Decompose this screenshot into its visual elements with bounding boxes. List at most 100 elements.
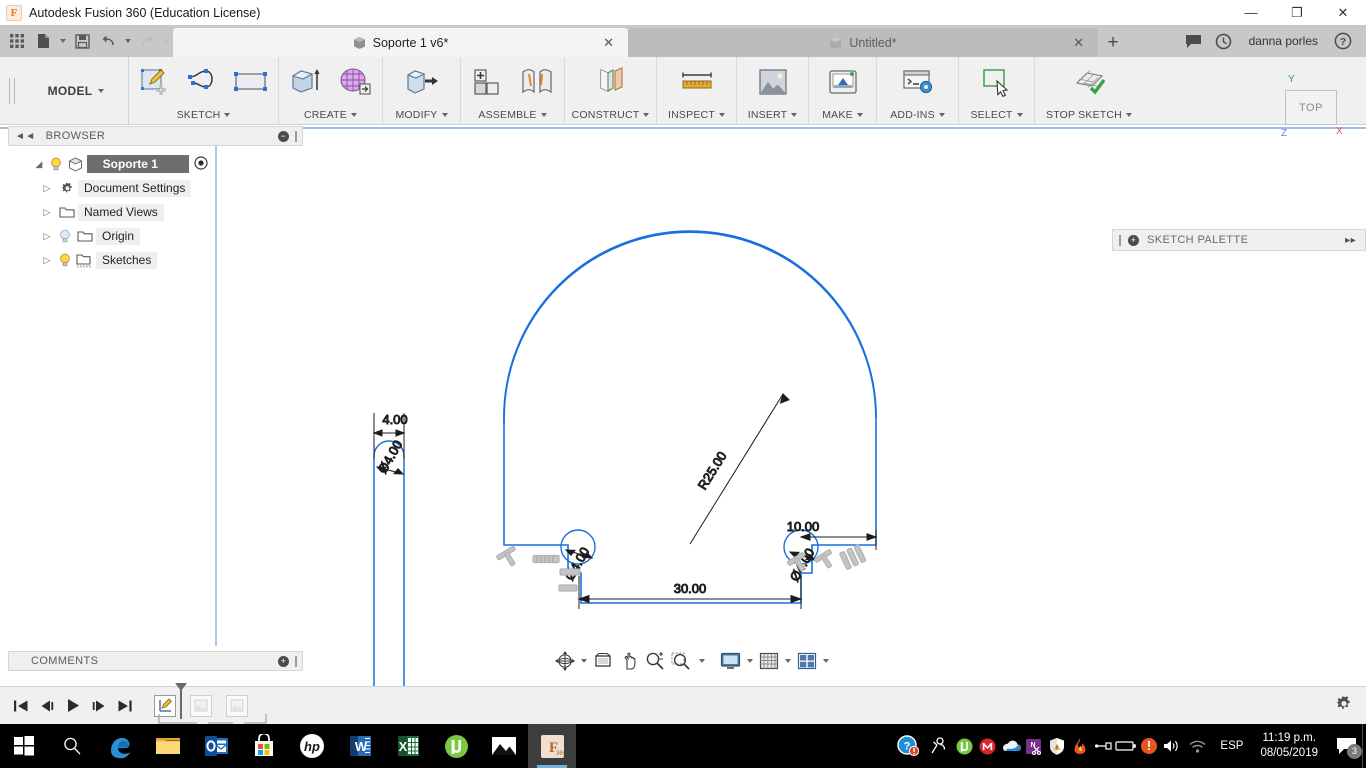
ribbon-panel-label-assemble[interactable]: ASSEMBLE <box>465 109 560 124</box>
tray-onedrive-icon[interactable] <box>999 724 1022 768</box>
play-button[interactable] <box>60 693 86 719</box>
search-button[interactable] <box>48 724 96 768</box>
tray-network-icon[interactable] <box>1183 724 1211 768</box>
sketch-palette-expand-icon[interactable]: ▸▸ <box>1345 235 1365 246</box>
expand-arrow-icon[interactable]: ▷ <box>38 207 56 218</box>
tray-alert-icon[interactable] <box>1137 724 1160 768</box>
create-form-button[interactable] <box>332 60 379 101</box>
tab-close-icon[interactable]: ✕ <box>1073 35 1084 51</box>
redo-dropdown-icon[interactable] <box>160 28 173 54</box>
expand-arrow-icon[interactable]: ▷ <box>38 255 56 266</box>
grid-snaps-button[interactable] <box>757 649 781 673</box>
new-file-icon[interactable] <box>30 28 56 54</box>
spline-button[interactable] <box>181 60 227 101</box>
orbit-dropdown-icon[interactable] <box>579 649 589 673</box>
create-sketch-button[interactable] <box>133 60 179 101</box>
expand-arrow-icon[interactable]: ◢ <box>30 159 48 170</box>
tree-node-origin[interactable]: ▷ Origin <box>38 224 208 248</box>
ribbon-panel-label-make[interactable]: MAKE <box>813 109 872 124</box>
taskbar-microsoft-store[interactable] <box>240 724 288 768</box>
viewcube-top-face[interactable]: TOP <box>1285 90 1337 125</box>
notification-center-button[interactable]: 3 <box>1326 724 1366 768</box>
browser-resize-grip[interactable] <box>295 130 297 142</box>
tray-battery-icon[interactable] <box>1114 724 1137 768</box>
taskbar-outlook[interactable] <box>192 724 240 768</box>
undo-icon[interactable] <box>95 28 121 54</box>
step-forward-button[interactable] <box>86 693 112 719</box>
browser-minimize-icon[interactable]: − <box>278 130 289 142</box>
taskbar-word[interactable]: W <box>336 724 384 768</box>
ribbon-panel-label-sketch[interactable]: SKETCH <box>133 109 274 124</box>
maximize-button[interactable]: ❐ <box>1274 0 1320 25</box>
minimize-button[interactable]: — <box>1228 0 1274 25</box>
help-icon[interactable]: ? <box>1328 26 1358 56</box>
measure-button[interactable] <box>673 60 721 101</box>
taskbar-hp[interactable]: hp <box>288 724 336 768</box>
visibility-bulb-icon[interactable] <box>56 229 74 243</box>
workspace-selector[interactable]: MODEL <box>24 57 129 124</box>
new-file-dropdown-icon[interactable] <box>56 28 69 54</box>
sketch-palette-pin-icon[interactable]: + <box>1128 234 1139 246</box>
insert-image-button[interactable] <box>749 60 797 101</box>
scripts-addins-button[interactable] <box>894 60 942 101</box>
viewports-button[interactable] <box>795 649 819 673</box>
step-back-button[interactable] <box>34 693 60 719</box>
collapse-browser-icon[interactable]: ◄◄ <box>15 131 36 142</box>
display-settings-button[interactable] <box>718 649 743 673</box>
grid-snaps-dropdown-icon[interactable] <box>783 649 793 673</box>
show-desktop-button[interactable] <box>1362 724 1366 768</box>
zoom-window-button[interactable] <box>669 649 695 673</box>
tray-firewall-icon[interactable] <box>1068 724 1091 768</box>
visibility-bulb-icon[interactable] <box>48 157 66 171</box>
start-button[interactable] <box>0 724 48 768</box>
tray-help-icon[interactable]: ? <box>893 724 923 768</box>
tab-untitled[interactable]: Untitled* ✕ <box>628 28 1098 57</box>
tree-node-document-settings[interactable]: ▷ Document Settings <box>38 176 208 200</box>
ribbon-panel-label-select[interactable]: SELECT <box>963 109 1030 124</box>
job-status-clock-icon[interactable] <box>1209 26 1239 56</box>
select-button[interactable] <box>973 60 1021 101</box>
taskbar-clock[interactable]: 11:19 p.m. 08/05/2019 <box>1252 731 1326 761</box>
taskbar-photos[interactable] <box>480 724 528 768</box>
tab-close-icon[interactable]: ✕ <box>603 35 614 51</box>
orbit-button[interactable] <box>553 649 577 673</box>
tray-snip-icon[interactable]: N <box>1022 724 1045 768</box>
apps-grid-icon[interactable] <box>4 28 30 54</box>
tray-mega-icon[interactable] <box>976 724 999 768</box>
extrude-button[interactable] <box>283 60 330 101</box>
rectangle-button[interactable] <box>228 60 274 101</box>
press-pull-button[interactable] <box>398 60 446 101</box>
visibility-bulb-icon[interactable] <box>56 253 74 267</box>
ribbon-panel-label-addins[interactable]: ADD-INS <box>881 109 954 124</box>
ribbon-panel-label-stop-sketch[interactable]: STOP SKETCH <box>1039 109 1139 124</box>
ribbon-panel-label-inspect[interactable]: INSPECT <box>661 109 732 124</box>
viewports-dropdown-icon[interactable] <box>821 649 831 673</box>
go-to-beginning-button[interactable] <box>8 693 34 719</box>
ribbon-panel-label-modify[interactable]: MODIFY <box>387 109 456 124</box>
tray-usb-icon[interactable] <box>1091 724 1114 768</box>
close-button[interactable]: ✕ <box>1320 0 1366 25</box>
zoom-button[interactable] <box>643 649 667 673</box>
comments-panel-icon[interactable] <box>1179 26 1209 56</box>
expand-arrow-icon[interactable]: ▷ <box>38 231 56 242</box>
user-name-label[interactable]: danna porles <box>1239 34 1328 48</box>
tree-node-named-views[interactable]: ▷ Named Views <box>38 200 208 224</box>
ribbon-panel-label-insert[interactable]: INSERT <box>741 109 804 124</box>
tray-people-icon[interactable] <box>923 724 953 768</box>
pan-button[interactable] <box>617 649 641 673</box>
save-icon[interactable] <box>69 28 95 54</box>
offset-plane-button[interactable] <box>587 60 635 101</box>
look-at-button[interactable] <box>591 649 615 673</box>
tree-node-soporte-1[interactable]: ◢ Soporte 1 v6 <box>30 152 208 189</box>
tray-language-indicator[interactable]: ESP <box>1211 740 1252 752</box>
redo-icon[interactable] <box>134 28 160 54</box>
expand-arrow-icon[interactable]: ▷ <box>38 183 56 194</box>
taskbar-excel[interactable]: X <box>384 724 432 768</box>
tray-utorrent-icon[interactable] <box>953 724 976 768</box>
taskbar-fusion360[interactable]: F 360 <box>528 724 576 768</box>
comments-resize-grip[interactable] <box>295 655 297 667</box>
component-target-icon[interactable] <box>194 155 208 173</box>
go-to-end-button[interactable] <box>112 693 138 719</box>
ribbon-panel-label-construct[interactable]: CONSTRUCT <box>569 109 652 124</box>
sketch-palette-grip[interactable] <box>1119 234 1121 246</box>
